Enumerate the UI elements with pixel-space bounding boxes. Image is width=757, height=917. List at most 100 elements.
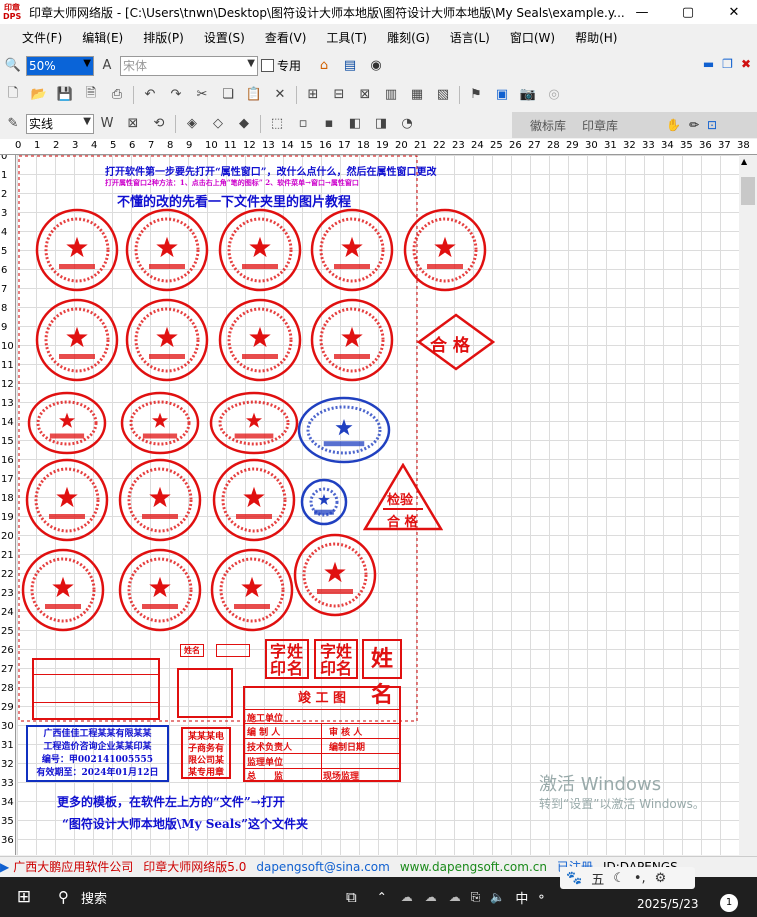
scroll-up-icon[interactable]: ▲	[741, 157, 747, 166]
pie-icon[interactable]: ◔	[398, 115, 416, 133]
pen-icon[interactable]: ✏	[689, 118, 699, 132]
round-seal[interactable]	[218, 208, 302, 292]
round-seal[interactable]	[210, 548, 294, 632]
volume-icon[interactable]: 🔈	[490, 890, 505, 904]
tag2-icon[interactable]: ◇	[209, 115, 227, 133]
punctuation-icon[interactable]: •,	[634, 871, 646, 886]
menu-language[interactable]: 语言(L)	[450, 29, 490, 46]
blank-strip-stamp[interactable]	[216, 644, 250, 657]
menu-help[interactable]: 帮助(H)	[575, 29, 617, 46]
camera-icon[interactable]: 📷	[519, 86, 537, 104]
menu-file[interactable]: 文件(F)	[22, 29, 62, 46]
align-left-icon[interactable]: ⊞	[304, 86, 322, 104]
stamp-icon[interactable]: ⚑	[467, 86, 485, 104]
paw-icon[interactable]: 🐾	[566, 871, 582, 886]
name-seal-2[interactable]: 字姓印名	[314, 639, 358, 679]
panel-minimize-icon[interactable]: ▬	[703, 57, 714, 71]
round-seal[interactable]	[21, 548, 105, 632]
tab-seal-library[interactable]: 印章库	[574, 117, 626, 134]
new-icon[interactable]: 🗋	[4, 86, 22, 104]
close-button[interactable]: ✕	[711, 0, 757, 24]
minimize-button[interactable]: —	[619, 0, 665, 24]
line-style-select[interactable]: 实线 ▼	[26, 113, 94, 134]
mirror-icon[interactable]: ⊠	[124, 115, 142, 133]
ime-char[interactable]: 中	[515, 888, 528, 907]
align-middle-icon[interactable]: ▦	[408, 86, 426, 104]
menu-view[interactable]: 查看(V)	[265, 29, 307, 46]
tray-chevron-icon[interactable]: ⌃	[377, 890, 387, 904]
round-seal[interactable]	[293, 533, 377, 617]
company-square-stamp[interactable]: 某某某电子商务有限公司某某专用章	[181, 727, 231, 779]
cost-consulting-stamp[interactable]: 广西佳佳工程某某有限某某 工程造价咨询企业某某印某 编号：甲0021410055…	[26, 725, 169, 782]
align-right-icon[interactable]: ⊠	[356, 86, 374, 104]
ime-mode-icon[interactable]: ⚬	[536, 890, 546, 904]
panel-close-icon[interactable]: ✖	[741, 57, 751, 71]
completion-drawing-stamp[interactable]: 竣 工 图 施工单位 编 制 人 审 核 人 技术负责人 编制日期 监理单位 总…	[243, 686, 401, 782]
bold-icon[interactable]: W	[98, 115, 116, 133]
tag3-icon[interactable]: ◆	[235, 115, 253, 133]
inspection-stamp[interactable]: 检验 合 格	[362, 462, 444, 531]
special-checkbox[interactable]	[261, 59, 274, 72]
round-seal[interactable]	[310, 208, 394, 292]
menu-tools[interactable]: 工具(T)	[326, 29, 367, 46]
undo-icon[interactable]: ↶	[141, 86, 159, 104]
menu-layout[interactable]: 排版(P)	[143, 29, 184, 46]
ime-settings-icon[interactable]: ⚙	[655, 871, 667, 886]
round-seal[interactable]	[125, 208, 209, 292]
eye-icon[interactable]: ◉	[367, 57, 385, 75]
print-icon[interactable]: ⎙	[108, 86, 126, 104]
round-seal[interactable]	[35, 208, 119, 292]
redo-icon[interactable]: ↷	[167, 86, 185, 104]
round-seal[interactable]	[300, 478, 348, 526]
start-icon[interactable]: ⊞	[0, 887, 48, 907]
copy-icon[interactable]: ❏	[219, 86, 237, 104]
name-label-stamp[interactable]: 姓名	[180, 644, 204, 657]
align-center-icon[interactable]: ⊟	[330, 86, 348, 104]
save-icon[interactable]: 💾	[56, 86, 74, 104]
menu-window[interactable]: 窗口(W)	[510, 29, 555, 46]
seal-gallery[interactable]	[21, 208, 487, 632]
round-seal[interactable]	[25, 458, 109, 542]
moon-icon[interactable]: ☾	[613, 871, 625, 886]
home-icon[interactable]: ⌂	[315, 57, 333, 75]
scroll-thumb[interactable]	[741, 177, 755, 205]
round-seal[interactable]	[118, 548, 202, 632]
layer-back-icon[interactable]: ▪	[320, 115, 338, 133]
delete-icon[interactable]: ✕	[271, 86, 289, 104]
menu-engrave[interactable]: 雕刻(G)	[387, 29, 430, 46]
tray-icon[interactable]: ☁	[425, 890, 437, 904]
layer-front-icon[interactable]: ▫	[294, 115, 312, 133]
disc-icon[interactable]: ◎	[545, 86, 563, 104]
design-canvas[interactable]: 打开软件第一步要先打开“属性窗口”，改什么点什么，然后在属性窗口更改 打开属性窗…	[17, 155, 739, 855]
name-seal-3[interactable]: 姓名	[362, 639, 402, 708]
status-left-arrow-icon[interactable]: ▶	[0, 860, 9, 874]
round-seal[interactable]	[35, 298, 119, 382]
paste-icon[interactable]: 📋	[245, 86, 263, 104]
rect-stamp-1[interactable]	[32, 658, 160, 720]
qualified-stamp[interactable]: 合 格	[416, 313, 496, 371]
status-email[interactable]: dapengsoft@sina.com	[256, 860, 390, 874]
font-select[interactable]: 宋体 ▼	[120, 55, 258, 76]
round-seal[interactable]	[297, 396, 391, 464]
tray-icon[interactable]: ☁	[449, 890, 461, 904]
open-icon[interactable]: 📂	[30, 86, 48, 104]
name-seal-1[interactable]: 字姓印名	[265, 639, 309, 679]
notification-badge[interactable]: 1	[720, 894, 738, 912]
tag-icon[interactable]: ◈	[183, 115, 201, 133]
print-preview-icon[interactable]: 🗎	[82, 86, 100, 104]
round-seal[interactable]	[209, 391, 299, 455]
properties-icon[interactable]: ⊡	[707, 118, 717, 132]
menu-settings[interactable]: 设置(S)	[204, 29, 245, 46]
rotate-icon[interactable]: ⟲	[150, 115, 168, 133]
book-icon[interactable]: ▤	[341, 57, 359, 75]
line-tool-icon[interactable]: ✎	[4, 115, 22, 133]
round-seal[interactable]	[403, 208, 487, 292]
status-website[interactable]: www.dapengsoft.com.cn	[400, 860, 547, 874]
taskbar-search[interactable]: ⚲ 搜索	[48, 888, 338, 907]
vertical-scrollbar[interactable]: ▲	[739, 155, 757, 855]
zoom-icon[interactable]: 🔍	[4, 57, 22, 75]
tray-icon[interactable]: ☁	[401, 890, 413, 904]
panel-restore-icon[interactable]: ❐	[722, 57, 733, 71]
select-icon[interactable]: ⬚	[268, 115, 286, 133]
network-icon[interactable]: ⎘	[471, 890, 481, 905]
